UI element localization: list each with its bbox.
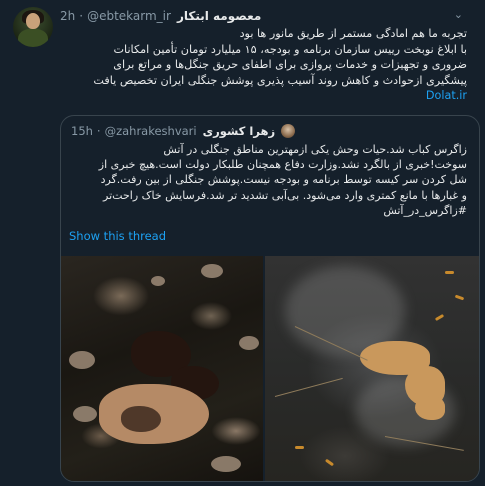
tweet-time[interactable]: 2h — [60, 9, 75, 23]
user-avatar[interactable] — [13, 7, 53, 47]
quoted-tweet-time[interactable]: 15h — [71, 124, 93, 138]
tweet-text: تجربه ما هم امادگی مستمر از طریق مانور ه… — [60, 26, 467, 104]
quoted-display-name[interactable]: زهرا کشوری — [203, 124, 275, 138]
quoted-user-avatar[interactable] — [281, 124, 296, 138]
quoted-tweet-header: 15h · @zahrakeshvari زهرا کشوری — [71, 123, 465, 139]
separator-dot: · — [79, 9, 84, 23]
tweet-body: تجربه ما هم امادگی مستمر از طریق مانور ه… — [93, 27, 467, 87]
quoted-tweet-text: زاگرس کباب شد.حیات وحش یکی ازمهترین مناط… — [98, 143, 467, 217]
display-name[interactable]: معصومه ابتکار — [177, 9, 261, 23]
photo-burnt-fox[interactable] — [265, 256, 479, 481]
photo-burnt-animals[interactable] — [61, 256, 263, 481]
quoted-tweet[interactable]: 15h · @zahrakeshvari زهرا کشوری زاگرس کب… — [60, 115, 480, 482]
tweet-link[interactable]: Dolat.ir — [426, 89, 467, 102]
user-handle[interactable]: @ebtekarm_ir — [87, 9, 171, 23]
show-thread-link[interactable]: Show this thread — [69, 229, 166, 243]
separator-dot: · — [96, 124, 101, 138]
quoted-user-handle[interactable]: @zahrakeshvari — [105, 124, 197, 138]
tweet-header: 2h · @ebtekarm_ir معصومه ابتکار ⌄ — [60, 8, 473, 24]
chevron-down-icon[interactable]: ⌄ — [454, 8, 463, 21]
